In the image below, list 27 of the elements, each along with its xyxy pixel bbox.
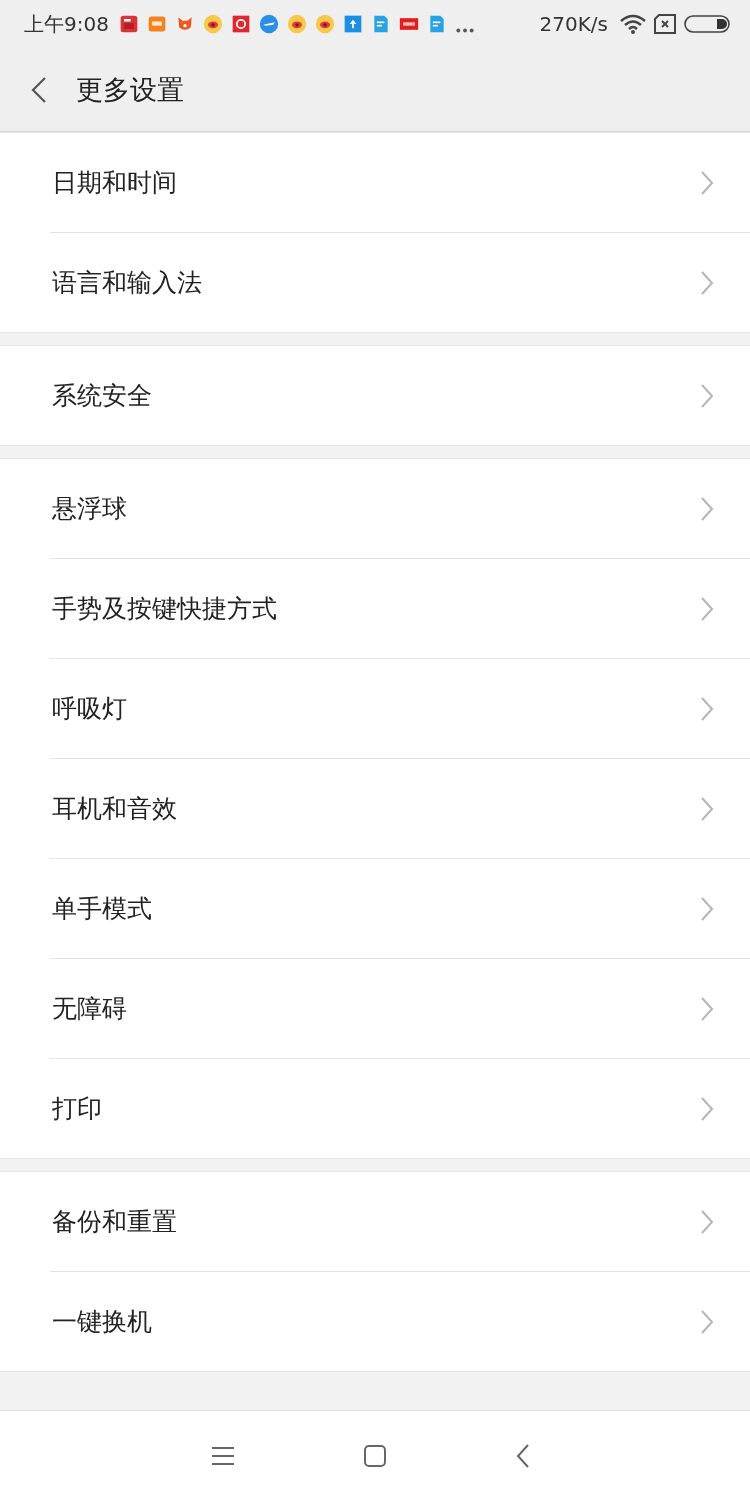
page-title: 更多设置: [76, 72, 184, 107]
status-time: 上午9:08: [24, 10, 109, 38]
settings-item[interactable]: 单手模式: [50, 859, 750, 959]
settings-item[interactable]: 无障碍: [50, 959, 750, 1059]
eye-icon: [286, 14, 307, 34]
upload-icon: [342, 14, 363, 34]
settings-item[interactable]: 手势及按键快捷方式: [50, 559, 750, 659]
settings-item[interactable]: 耳机和音效: [50, 759, 750, 859]
back-button[interactable]: [30, 75, 48, 104]
settings-item[interactable]: 悬浮球: [50, 459, 750, 559]
settings-item[interactable]: 备份和重置: [50, 1172, 750, 1272]
settings-item[interactable]: 呼吸灯: [50, 659, 750, 759]
settings-item[interactable]: 日期和时间: [50, 133, 750, 233]
wifi-icon: [620, 14, 646, 34]
settings-item[interactable]: 语言和输入法: [50, 233, 750, 332]
settings-item[interactable]: 一键换机: [50, 1272, 750, 1371]
app-icon: [146, 14, 167, 34]
plane-icon: [258, 14, 279, 34]
chevron-icon: [700, 169, 714, 196]
battery-icon: [684, 14, 730, 34]
eye-icon: [314, 14, 335, 34]
network-speed: 270K/s: [539, 12, 608, 36]
no-sim-icon: [654, 14, 676, 34]
eye-icon: [202, 14, 223, 34]
settings-item[interactable]: 打印: [50, 1059, 750, 1158]
more-icon: [454, 27, 475, 33]
chevron-icon: [700, 269, 714, 296]
